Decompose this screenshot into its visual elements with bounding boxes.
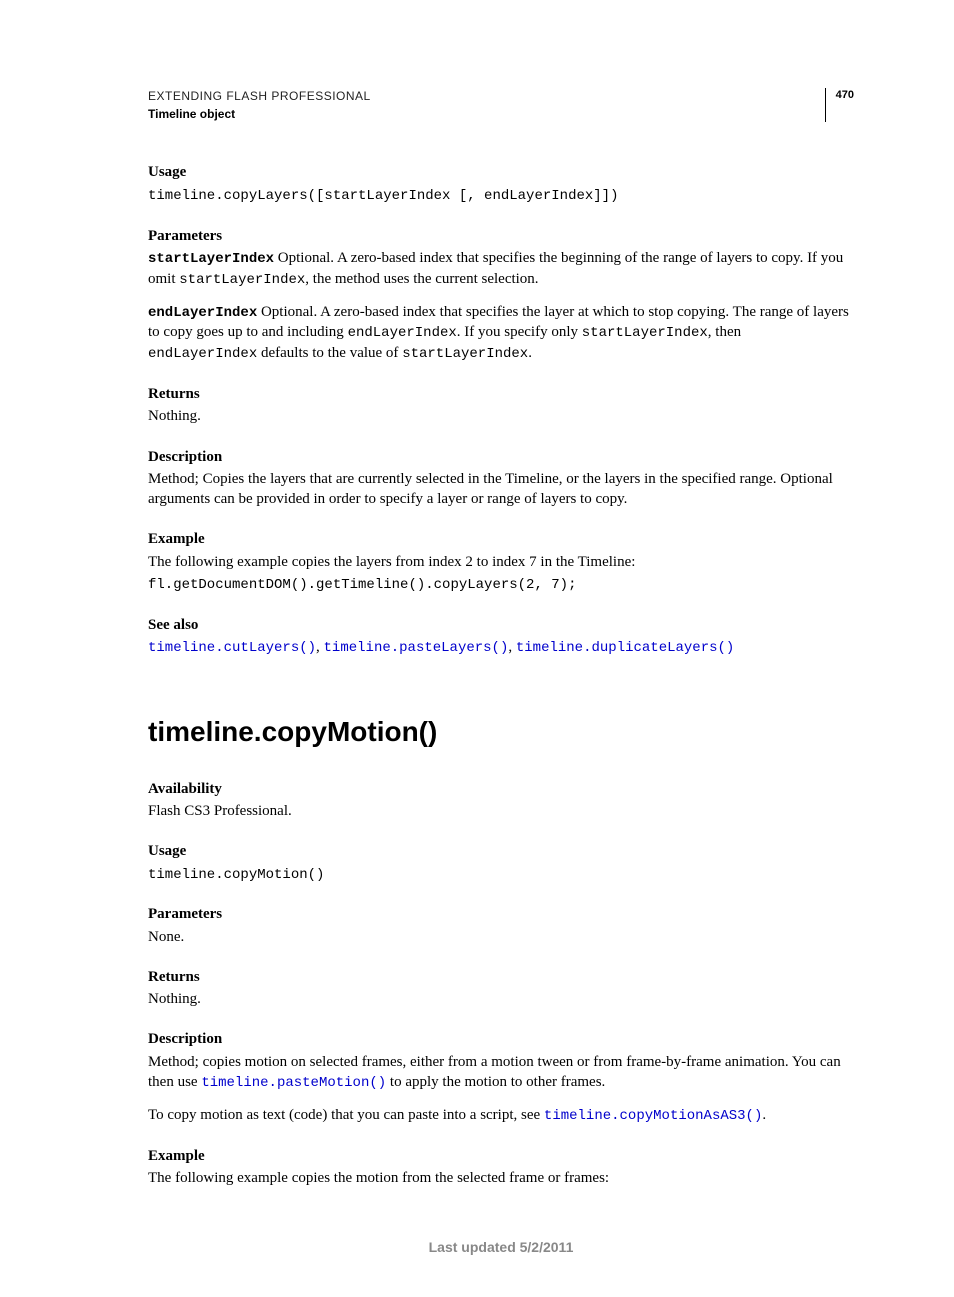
param-startlayerindex: startLayerIndex Optional. A zero-based i… <box>148 248 854 290</box>
description-para-1: Method; copies motion on selected frames… <box>148 1052 854 1093</box>
link-pastelayers[interactable]: timeline.pasteLayers() <box>324 640 509 656</box>
param-text: . If you specify only <box>457 324 582 340</box>
returns-heading: Returns <box>148 384 854 404</box>
inline-code: startLayerIndex <box>179 272 305 288</box>
param-text: . <box>528 345 532 361</box>
example-heading: Example <box>148 1146 854 1166</box>
link-copymotionasas3[interactable]: timeline.copyMotionAsAS3() <box>544 1108 762 1124</box>
param-text: , then <box>708 324 741 340</box>
footer-updated: Last updated 5/2/2011 <box>148 1238 854 1257</box>
inline-code: endLayerIndex <box>348 325 457 341</box>
page-number-wrap: 470 <box>825 88 854 122</box>
description-heading: Description <box>148 447 854 467</box>
desc-text: to apply the motion to other frames. <box>386 1074 605 1090</box>
link-cutlayers[interactable]: timeline.cutLayers() <box>148 640 316 656</box>
parameters-heading: Parameters <box>148 226 854 246</box>
page-number: 470 <box>836 88 854 103</box>
returns-heading: Returns <box>148 967 854 987</box>
param-endlayerindex: endLayerIndex Optional. A zero-based ind… <box>148 302 854 365</box>
separator: , <box>316 639 324 655</box>
example-heading: Example <box>148 529 854 549</box>
param-name: endLayerIndex <box>148 305 257 321</box>
param-text: , the method uses the current selection. <box>305 271 538 287</box>
header-section: Timeline object <box>148 106 371 122</box>
usage-code: timeline.copyLayers([startLayerIndex [, … <box>148 187 854 206</box>
availability-heading: Availability <box>148 779 854 799</box>
seealso-links: timeline.cutLayers(), timeline.pasteLaye… <box>148 637 854 658</box>
inline-code: startLayerIndex <box>402 346 528 362</box>
description-heading: Description <box>148 1029 854 1049</box>
header-title: EXTENDING FLASH PROFESSIONAL <box>148 88 371 104</box>
separator: , <box>508 639 516 655</box>
inline-code: startLayerIndex <box>582 325 708 341</box>
description-text: Method; Copies the layers that are curre… <box>148 469 854 510</box>
parameters-heading: Parameters <box>148 904 854 924</box>
desc-text: . <box>762 1107 766 1123</box>
link-duplicatelayers[interactable]: timeline.duplicateLayers() <box>516 640 734 656</box>
seealso-heading: See also <box>148 615 854 635</box>
param-text: defaults to the value of <box>257 345 402 361</box>
example-text: The following example copies the motion … <box>148 1168 854 1188</box>
availability-text: Flash CS3 Professional. <box>148 801 854 821</box>
inline-code: endLayerIndex <box>148 346 257 362</box>
page-header: EXTENDING FLASH PROFESSIONAL Timeline ob… <box>148 88 854 122</box>
usage-code: timeline.copyMotion() <box>148 866 854 885</box>
usage-heading: Usage <box>148 162 854 182</box>
parameters-text: None. <box>148 927 854 947</box>
link-pastemotion[interactable]: timeline.pasteMotion() <box>201 1075 386 1091</box>
example-code: fl.getDocumentDOM().getTimeline().copyLa… <box>148 576 854 595</box>
desc-text: To copy motion as text (code) that you c… <box>148 1107 544 1123</box>
returns-text: Nothing. <box>148 989 854 1009</box>
returns-text: Nothing. <box>148 406 854 426</box>
description-para-2: To copy motion as text (code) that you c… <box>148 1105 854 1126</box>
method-title-copymotion: timeline.copyMotion() <box>148 713 854 751</box>
example-text: The following example copies the layers … <box>148 552 854 572</box>
param-name: startLayerIndex <box>148 251 274 267</box>
usage-heading: Usage <box>148 841 854 861</box>
